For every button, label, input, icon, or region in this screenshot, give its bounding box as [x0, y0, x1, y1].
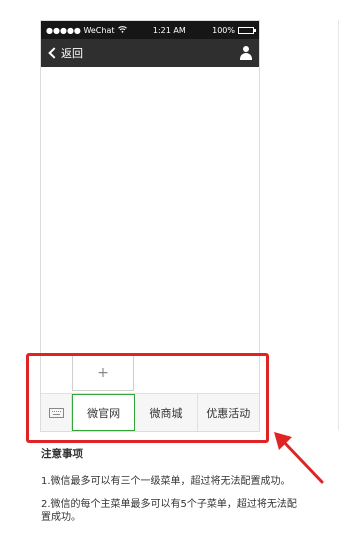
status-bar: ●●●●● WeChat 1:21 AM 100%	[41, 21, 259, 39]
user-icon[interactable]	[239, 46, 253, 60]
highlight-box	[26, 353, 269, 443]
battery-group: 100%	[212, 25, 256, 35]
battery-icon	[238, 26, 256, 34]
status-time: 1:21 AM	[152, 25, 186, 35]
notes-title: 注意事项	[41, 448, 83, 460]
nav-bar: 返回	[41, 39, 259, 67]
back-label: 返回	[61, 47, 83, 60]
signal-group: ●●●●● WeChat	[46, 26, 127, 35]
divider-line	[338, 20, 339, 430]
carrier-label: ●●●●● WeChat	[46, 25, 115, 35]
chevron-left-icon	[48, 47, 60, 59]
notes-section: 注意事项 1.微信最多可以有三个一级菜单，超过将无法配置成功。 2.微信的每个主…	[41, 448, 301, 534]
chat-content-area	[41, 67, 259, 353]
wifi-icon	[117, 25, 127, 35]
battery-percent: 100%	[212, 25, 235, 35]
note-item: 2.微信的每个主菜单最多可以有5个子菜单，超过将无法配置成功。	[41, 499, 297, 523]
note-item: 1.微信最多可以有三个一级菜单，超过将无法配置成功。	[41, 476, 291, 487]
back-button[interactable]: 返回	[47, 45, 83, 61]
